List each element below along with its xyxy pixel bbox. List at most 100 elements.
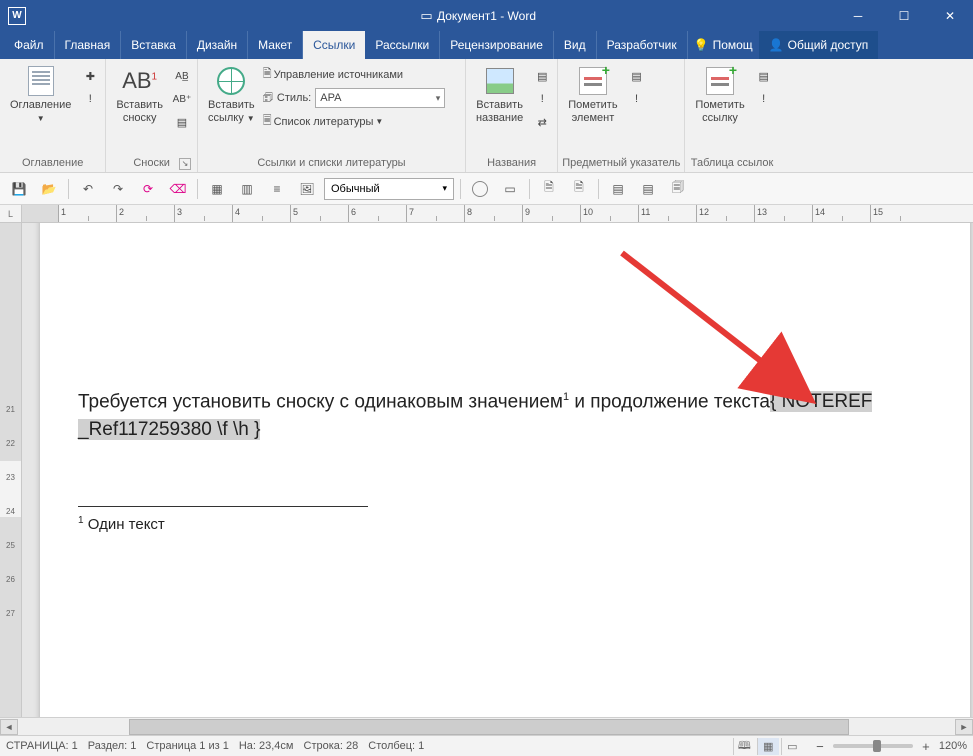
vertical-ruler[interactable]: 21 22 23 24 25 26 27 (0, 223, 22, 717)
scroll-thumb[interactable] (129, 719, 849, 735)
columns-button[interactable]: ▥ (234, 177, 260, 201)
insert-tof-button[interactable]: ▤ (531, 65, 553, 87)
redo-button[interactable]: ↷ (105, 177, 131, 201)
add-text-button[interactable]: ✚ (79, 65, 101, 87)
open-button[interactable]: 📂 (36, 177, 62, 201)
minimize-button[interactable]: ─ (835, 0, 881, 31)
zoom-slider[interactable] (833, 744, 913, 748)
bibliography-icon: 🗏 (263, 112, 272, 131)
custom-button-3[interactable]: ▤ (605, 177, 631, 201)
custom-button-2[interactable]: 🗎 (566, 177, 592, 201)
table-button[interactable]: ▦ (204, 177, 230, 201)
update-toc-button[interactable]: ! (79, 88, 101, 110)
update-tof-button[interactable]: ! (531, 88, 553, 110)
ruler-corner[interactable]: L (0, 205, 22, 223)
toc-button[interactable]: Оглавление▼ (4, 61, 77, 125)
insert-index-button[interactable]: ▤ (626, 65, 648, 87)
tab-home[interactable]: Главная (55, 31, 122, 59)
tab-insert[interactable]: Вставка (121, 31, 187, 59)
insert-caption-button[interactable]: Вставить название (470, 61, 529, 125)
status-column[interactable]: Столбец: 1 (368, 740, 424, 752)
status-pageof[interactable]: Страница 1 из 1 (146, 740, 228, 752)
tab-view[interactable]: Вид (554, 31, 597, 59)
scroll-track[interactable] (19, 719, 954, 735)
chevron-down-icon: ▼ (37, 114, 45, 123)
zoom-in-button[interactable]: + (919, 739, 933, 754)
status-section[interactable]: Раздел: 1 (88, 740, 137, 752)
view-read-button[interactable]: 🕮 (733, 738, 755, 755)
scroll-right-button[interactable]: ► (955, 719, 973, 735)
separator (197, 179, 198, 199)
window-title: Документ1 - Word (437, 9, 536, 23)
horizontal-ruler[interactable]: 123456789101112131415 (22, 205, 973, 223)
tab-review[interactable]: Рецензирование (440, 31, 554, 59)
tab-mailings[interactable]: Рассылки (365, 31, 440, 59)
update-index-button[interactable]: ! (626, 88, 648, 110)
update-toa-button[interactable]: ! (753, 88, 775, 110)
tab-file[interactable]: Файл (4, 31, 55, 59)
save-button[interactable]: 💾 (6, 177, 32, 201)
shape-circle-button[interactable] (467, 177, 493, 201)
share-button[interactable]: 👤 Общий доступ (759, 31, 879, 59)
next-footnote-button[interactable]: AB⁺ (171, 88, 193, 110)
insert-footnote-button[interactable]: AB1 Вставить сноску (110, 61, 169, 125)
ribbon-display-options-icon[interactable]: ▭ (420, 8, 432, 24)
insert-toa-button[interactable]: ▤ (753, 65, 775, 87)
shape-rect-button[interactable]: ▭ (497, 177, 523, 201)
endnote-icon: AB̲ (175, 71, 188, 82)
document-paragraph[interactable]: Требуется установить сноску с одинаковым… (78, 383, 942, 444)
status-page[interactable]: СТРАНИЦА: 1 (6, 740, 78, 752)
page[interactable]: Требуется установить сноску с одинаковым… (40, 223, 970, 717)
show-notes-button[interactable]: ▤ (171, 111, 193, 133)
tab-layout[interactable]: Макет (248, 31, 303, 59)
vruler-tick: 26 (6, 575, 15, 584)
group-toc: Оглавление▼ ✚ ! Оглавление (0, 59, 106, 172)
vruler-tick: 25 (6, 541, 15, 550)
custom-button-5[interactable]: 🗐 (665, 177, 691, 201)
group-citations: Вставить ссылку ▼ 🗎 Управление источника… (198, 59, 466, 172)
maximize-button[interactable]: ☐ (881, 0, 927, 31)
text-run: и продолжение текста (569, 391, 770, 412)
tab-references[interactable]: Ссылки (303, 31, 365, 59)
undo-icon: ↶ (83, 182, 93, 196)
clear-formatting-button[interactable]: ⌫ (165, 177, 191, 201)
image-button[interactable]: 🖼 (294, 177, 320, 201)
repeat-button[interactable]: ⟳ (135, 177, 161, 201)
undo-button[interactable]: ↶ (75, 177, 101, 201)
view-print-button[interactable]: ▦ (757, 738, 779, 755)
mark-citation-button[interactable]: Пометить ссылку (689, 61, 750, 125)
cross-reference-button[interactable]: ⇄ (531, 111, 553, 133)
zoom-slider-knob[interactable] (873, 740, 881, 752)
insert-citation-button[interactable]: Вставить ссылку ▼ (202, 61, 261, 125)
horizontal-scrollbar[interactable]: ◄ ► (0, 717, 973, 735)
view-web-button[interactable]: ▭ (781, 738, 803, 755)
citation-style-select[interactable]: APA ▾ (315, 88, 445, 108)
manage-sources-icon: 🗎 (263, 65, 272, 84)
zoom-out-button[interactable]: − (813, 739, 827, 754)
status-bar: СТРАНИЦА: 1 Раздел: 1 Страница 1 из 1 На… (0, 735, 973, 756)
style-selector[interactable]: Обычный ▾ (324, 178, 454, 200)
footnotes-launcher[interactable]: ↘ (179, 158, 191, 170)
custom-button-4[interactable]: ▤ (635, 177, 661, 201)
mark-entry-button[interactable]: Пометить элемент (562, 61, 623, 125)
insert-endnote-button[interactable]: AB̲ (171, 65, 193, 87)
close-button[interactable]: ✕ (927, 0, 973, 31)
hruler-margin (22, 205, 58, 222)
paragraph-button[interactable]: ≡ (264, 177, 290, 201)
footnote-text[interactable]: 1 Один текст (78, 515, 942, 534)
word-app-icon: W (8, 7, 26, 25)
manage-sources-button[interactable]: 🗎 Управление источниками (263, 65, 446, 84)
hruler-tick: 7 (406, 205, 464, 222)
vruler-margin-top (0, 223, 21, 461)
page-canvas[interactable]: Требуется установить сноску с одинаковым… (22, 223, 973, 717)
hruler-tick: 8 (464, 205, 522, 222)
custom-button-1[interactable]: 🗎 (536, 177, 562, 201)
scroll-left-button[interactable]: ◄ (0, 719, 18, 735)
tab-developer[interactable]: Разработчик (597, 31, 688, 59)
status-line[interactable]: Строка: 28 (304, 740, 359, 752)
bibliography-button[interactable]: 🗏 Список литературы ▼ (263, 112, 446, 131)
zoom-value[interactable]: 120% (939, 740, 967, 752)
status-position[interactable]: На: 23,4см (239, 740, 294, 752)
tab-design[interactable]: Дизайн (187, 31, 248, 59)
tell-me[interactable]: 💡 Помощ (688, 31, 759, 59)
